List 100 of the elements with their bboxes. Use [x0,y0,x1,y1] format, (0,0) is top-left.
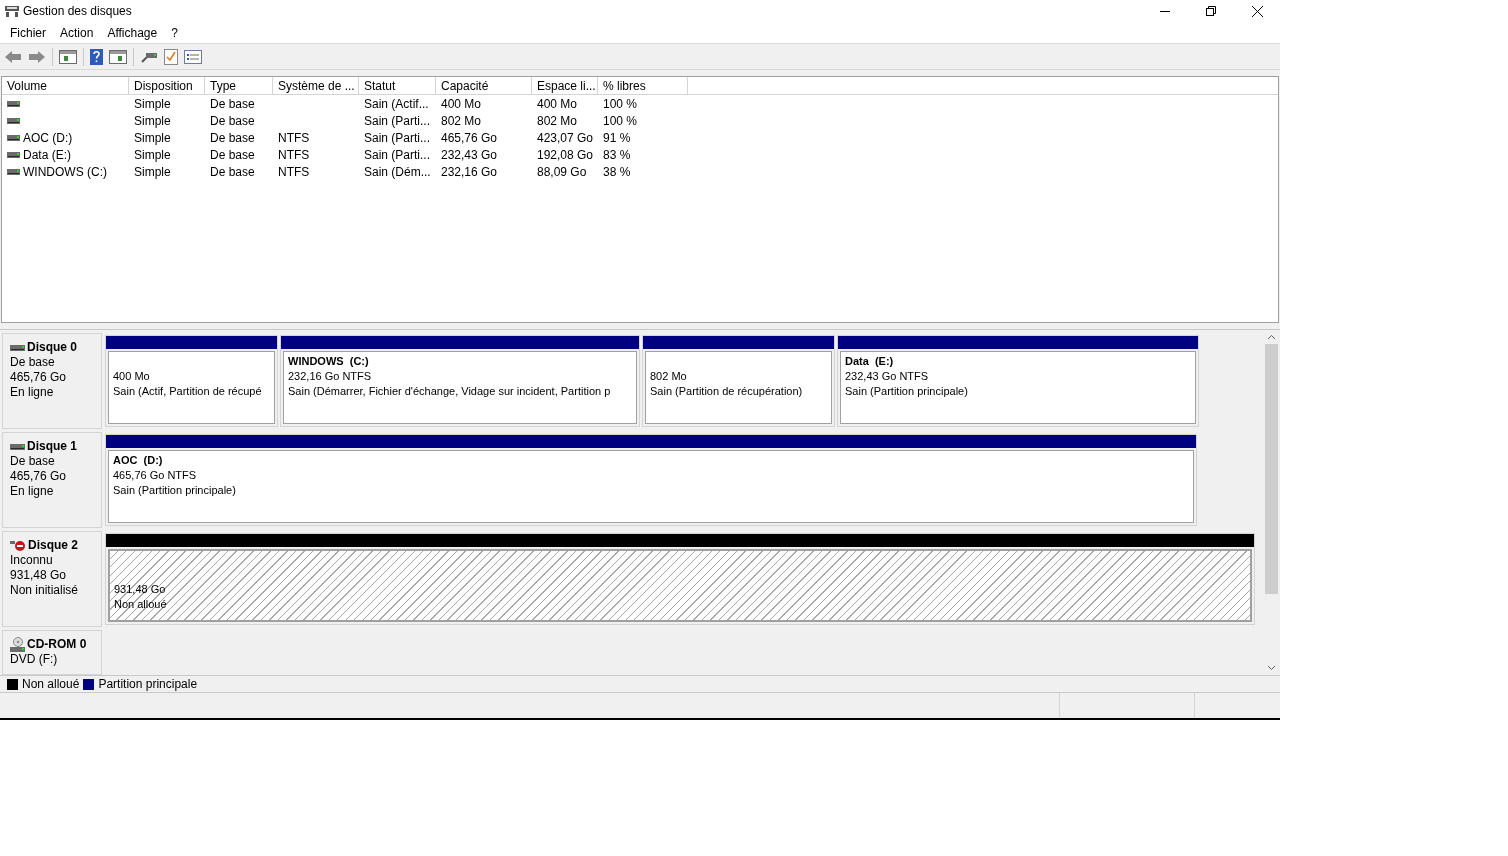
table-cell-text: Simple [134,112,171,130]
panel-icon[interactable] [109,49,127,64]
table-cell-text: Sain (Parti... [364,129,431,147]
partition-info: Sain (Partition principale) [845,384,968,399]
disk-info: 931,48 Go [10,568,67,583]
drive-icon [10,443,25,450]
legend-label: Partition principale [98,676,198,693]
table-cell-text: 91 % [603,129,631,147]
minimize-icon [1160,10,1170,12]
table-cell-text: 400 Mo [441,95,482,113]
partition[interactable]: 400 Mo Sain (Actif, Partition de récupé [105,335,278,427]
partition-info: 802 Mo [650,369,687,384]
drive-error-icon [10,539,26,552]
disk-info: Non initialisé [10,583,79,598]
column-header[interactable]: Volume [2,77,129,94]
disk-label-panel[interactable]: Disque 0 De base 465,76 Go En ligne [2,333,102,429]
table-cell-text: 400 Mo [537,95,578,113]
back-arrow-icon[interactable] [4,49,22,64]
table-cell-text: 802 Mo [537,112,578,130]
column-header[interactable]: Capacité [436,77,532,94]
column-header[interactable]: % libres [598,77,688,94]
column-header[interactable]: Espace li... [532,77,598,94]
drive-icon [7,134,20,141]
partition-info: 232,43 Go NTFS [845,369,929,384]
scroll-down-icon[interactable] [1267,665,1276,671]
menu-item[interactable]: ? [164,23,185,42]
disk-info: En ligne [10,385,54,400]
menu-item[interactable]: Action [53,23,101,42]
disk-info: DVD (F:) [10,652,58,667]
help-icon[interactable] [90,48,103,65]
table-cell-text: De base [210,163,255,181]
drive-icon [7,151,20,158]
menu-item[interactable]: Affichage [100,23,165,42]
partition-info: Sain (Partition de récupération) [650,384,803,399]
disk-info: En ligne [10,484,54,499]
table-cell-text: Data (E:) [23,146,71,164]
table-cell-text: De base [210,129,255,147]
table-cell-text: Sain (Parti... [364,112,431,130]
column-header[interactable]: Système de ... [273,77,359,94]
partition[interactable]: AOC (D:) 465,76 Go NTFS Sain (Partition principale) [105,434,1197,526]
table-cell-text: De base [210,112,255,130]
partition[interactable]: Data (E:) 232,43 Go NTFS Sain (Partition principale) [837,335,1199,427]
disk-info: De base [10,355,55,370]
partition[interactable]: 802 Mo Sain (Partition de récupération) [642,335,835,427]
partition-info: Sain (Partition principale) [113,483,236,498]
partition-info: Sain (Démarrer, Fichier d'échange, Vidage sur incident, Partition p [288,384,611,399]
table-cell-text: De base [210,95,255,113]
table-cell-text: Simple [134,146,171,164]
table-cell-text: 38 % [603,163,631,181]
table-cell-text: NTFS [278,163,310,181]
checklist-icon[interactable] [164,48,178,65]
partition-name: WINDOWS (C:) [288,354,370,369]
drive-icon [10,344,25,351]
disk-name: Disque 2 [28,538,78,553]
partition-info: 465,76 Go NTFS [113,468,197,483]
table-cell-text: 232,43 Go [441,146,498,164]
column-header[interactable]: Statut [359,77,436,94]
partition[interactable]: WINDOWS (C:) 232,16 Go NTFS Sain (Démarrer, Fichier d'échange, Vidage sur incident, Partition p [280,335,640,427]
column-header[interactable]: Disposition [129,77,205,94]
partition-info: Non alloué [114,597,167,612]
disk-info: Inconnu [10,553,53,568]
table-cell-text: 465,76 Go [441,129,498,147]
table-cell-text: WINDOWS (C:) [23,163,107,181]
list-icon[interactable] [184,49,202,64]
table-cell-text: 232,16 Go [441,163,498,181]
panel-icon[interactable] [59,49,77,64]
table-cell-text: 423,07 Go [537,129,594,147]
table-cell-text: 100 % [603,95,638,113]
partition[interactable]: 931,48 Go Non alloué [105,533,1255,625]
column-header[interactable]: Type [205,77,273,94]
disk-name: CD-ROM 0 [27,637,87,652]
partition-info: 400 Mo [113,369,150,384]
disk-label-panel[interactable]: Disque 1 De base 465,76 Go En ligne [2,432,102,528]
table-cell-text: Sain (Actif... [364,95,429,113]
table-cell-text: Sain (Parti... [364,146,431,164]
partition-name: AOC (D:) [113,453,164,468]
table-cell-text: 83 % [603,146,631,164]
disk-label-panel[interactable]: Disque 2 Inconnu 931,48 Go Non initialisé [2,531,102,627]
table-cell-text: Simple [134,129,171,147]
disk-name: Disque 0 [27,340,77,355]
drive-icon [7,100,20,107]
disk-info: 465,76 Go [10,370,67,385]
table-cell-text: 802 Mo [441,112,482,130]
disk-label-panel[interactable]: CD-ROM 0 DVD (F:) [2,630,102,675]
forward-arrow-icon[interactable] [28,49,46,64]
cd-drive-icon [10,637,25,652]
disk-info: 465,76 Go [10,469,67,484]
menu-item[interactable]: Fichier [3,23,53,42]
scrollbar-thumb[interactable] [1265,344,1278,594]
close-icon [1251,5,1263,17]
table-cell-text: 100 % [603,112,638,130]
table-cell-text: Sain (Dém... [364,163,431,181]
disk-name: Disque 1 [27,439,77,454]
table-cell-text: NTFS [278,146,310,164]
table-cell-text: De base [210,146,255,164]
scroll-up-icon[interactable] [1267,334,1276,340]
table-cell-text: AOC (D:) [23,129,73,147]
table-cell-text: 88,09 Go [537,163,587,181]
partition-name: Data (E:) [845,354,895,369]
partition-info: Sain (Actif, Partition de récupé [113,384,262,399]
